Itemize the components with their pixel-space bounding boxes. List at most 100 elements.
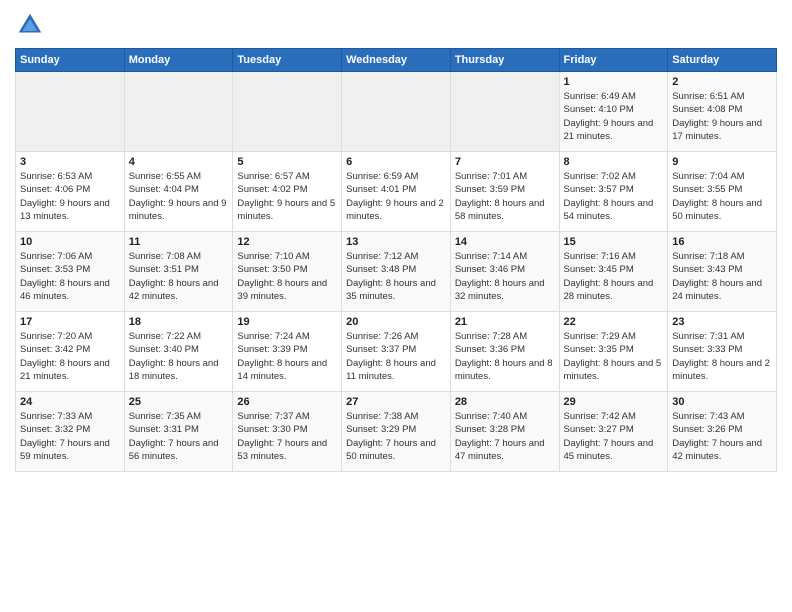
calendar-cell: 13 Sunrise: 7:12 AM Sunset: 3:48 PM Dayli… bbox=[342, 232, 451, 312]
day-number: 29 bbox=[564, 396, 664, 408]
day-info: Sunrise: 6:55 AM Sunset: 4:04 PM Dayligh… bbox=[129, 170, 229, 223]
day-number: 4 bbox=[129, 156, 229, 168]
calendar-cell: 14 Sunrise: 7:14 AM Sunset: 3:46 PM Dayli… bbox=[450, 232, 559, 312]
logo-icon bbox=[15, 10, 45, 40]
calendar-cell: 12Sunrise: 7:10 AM Sunset: 3:50 PM Dayli… bbox=[233, 232, 342, 312]
day-number: 15 bbox=[564, 236, 664, 248]
day-info: Sunrise: 6:51 AM Sunset: 4:08 PM Dayligh… bbox=[672, 90, 772, 143]
calendar-cell: 16Sunrise: 7:18 AM Sunset: 3:43 PM Dayli… bbox=[668, 232, 777, 312]
day-info: Sunrise: 7:28 AM Sunset: 3:36 PM Dayligh… bbox=[455, 330, 555, 383]
day-number: 17 bbox=[20, 316, 120, 328]
calendar-cell: 6Sunrise: 6:59 AM Sunset: 4:01 PM Daylig… bbox=[342, 152, 451, 232]
day-info: Sunrise: 7:08 AM Sunset: 3:51 PM Dayligh… bbox=[129, 250, 229, 303]
day-info: Sunrise: 7:35 AM Sunset: 3:31 PM Dayligh… bbox=[129, 410, 229, 463]
weekday-header-friday: Friday bbox=[559, 49, 668, 72]
day-number: 5 bbox=[237, 156, 337, 168]
calendar-cell: 22 Sunrise: 7:29 AM Sunset: 3:35 PM Dayli… bbox=[559, 312, 668, 392]
day-info: Sunrise: 7:43 AM Sunset: 3:26 PM Dayligh… bbox=[672, 410, 772, 463]
day-info: Sunrise: 7:04 AM Sunset: 3:55 PM Dayligh… bbox=[672, 170, 772, 223]
calendar-table: SundayMondayTuesdayWednesdayThursdayFrid… bbox=[15, 48, 777, 472]
calendar-week-row: 3 Sunrise: 6:53 AM Sunset: 4:06 PM Daylig… bbox=[16, 152, 777, 232]
day-info: Sunrise: 6:57 AM Sunset: 4:02 PM Dayligh… bbox=[237, 170, 337, 223]
day-number: 19 bbox=[237, 316, 337, 328]
day-number: 8 bbox=[564, 156, 664, 168]
calendar-cell bbox=[124, 72, 233, 152]
day-info: Sunrise: 7:22 AM Sunset: 3:40 PM Dayligh… bbox=[129, 330, 229, 383]
day-info: Sunrise: 7:33 AM Sunset: 3:32 PM Dayligh… bbox=[20, 410, 120, 463]
day-info: Sunrise: 7:20 AM Sunset: 3:42 PM Dayligh… bbox=[20, 330, 120, 383]
day-number: 27 bbox=[346, 396, 446, 408]
calendar-cell bbox=[450, 72, 559, 152]
day-info: Sunrise: 6:49 AM Sunset: 4:10 PM Dayligh… bbox=[564, 90, 664, 143]
day-info: Sunrise: 7:42 AM Sunset: 3:27 PM Dayligh… bbox=[564, 410, 664, 463]
calendar-cell: 8Sunrise: 7:02 AM Sunset: 3:57 PM Daylig… bbox=[559, 152, 668, 232]
calendar-week-row: 1 Sunrise: 6:49 AM Sunset: 4:10 PM Daylig… bbox=[16, 72, 777, 152]
day-number: 28 bbox=[455, 396, 555, 408]
day-info: Sunrise: 7:37 AM Sunset: 3:30 PM Dayligh… bbox=[237, 410, 337, 463]
calendar-cell: 11 Sunrise: 7:08 AM Sunset: 3:51 PM Dayli… bbox=[124, 232, 233, 312]
day-number: 1 bbox=[564, 76, 664, 88]
calendar-cell: 28 Sunrise: 7:40 AM Sunset: 3:28 PM Dayli… bbox=[450, 392, 559, 472]
calendar-cell: 15 Sunrise: 7:16 AM Sunset: 3:45 PM Dayli… bbox=[559, 232, 668, 312]
calendar-cell: 17 Sunrise: 7:20 AM Sunset: 3:42 PM Dayli… bbox=[16, 312, 125, 392]
day-number: 24 bbox=[20, 396, 120, 408]
day-info: Sunrise: 7:16 AM Sunset: 3:45 PM Dayligh… bbox=[564, 250, 664, 303]
day-number: 9 bbox=[672, 156, 772, 168]
calendar-cell bbox=[233, 72, 342, 152]
weekday-header-row: SundayMondayTuesdayWednesdayThursdayFrid… bbox=[16, 49, 777, 72]
calendar-cell: 5 Sunrise: 6:57 AM Sunset: 4:02 PM Daylig… bbox=[233, 152, 342, 232]
calendar-week-row: 24 Sunrise: 7:33 AM Sunset: 3:32 PM Dayli… bbox=[16, 392, 777, 472]
calendar-cell: 3 Sunrise: 6:53 AM Sunset: 4:06 PM Daylig… bbox=[16, 152, 125, 232]
day-info: Sunrise: 6:53 AM Sunset: 4:06 PM Dayligh… bbox=[20, 170, 120, 223]
weekday-header-tuesday: Tuesday bbox=[233, 49, 342, 72]
calendar-cell: 10Sunrise: 7:06 AM Sunset: 3:53 PM Dayli… bbox=[16, 232, 125, 312]
day-number: 16 bbox=[672, 236, 772, 248]
day-number: 12 bbox=[237, 236, 337, 248]
day-info: Sunrise: 7:38 AM Sunset: 3:29 PM Dayligh… bbox=[346, 410, 446, 463]
calendar-cell: 7Sunrise: 7:01 AM Sunset: 3:59 PM Daylig… bbox=[450, 152, 559, 232]
calendar-cell: 29 Sunrise: 7:42 AM Sunset: 3:27 PM Dayli… bbox=[559, 392, 668, 472]
page: SundayMondayTuesdayWednesdayThursdayFrid… bbox=[0, 0, 792, 612]
weekday-header-saturday: Saturday bbox=[668, 49, 777, 72]
calendar-cell: 18 Sunrise: 7:22 AM Sunset: 3:40 PM Dayli… bbox=[124, 312, 233, 392]
weekday-header-sunday: Sunday bbox=[16, 49, 125, 72]
day-number: 14 bbox=[455, 236, 555, 248]
calendar-cell: 25 Sunrise: 7:35 AM Sunset: 3:31 PM Dayli… bbox=[124, 392, 233, 472]
calendar-cell: 30 Sunrise: 7:43 AM Sunset: 3:26 PM Dayli… bbox=[668, 392, 777, 472]
day-number: 3 bbox=[20, 156, 120, 168]
day-number: 25 bbox=[129, 396, 229, 408]
calendar-cell: 27 Sunrise: 7:38 AM Sunset: 3:29 PM Dayli… bbox=[342, 392, 451, 472]
day-info: Sunrise: 7:26 AM Sunset: 3:37 PM Dayligh… bbox=[346, 330, 446, 383]
day-number: 11 bbox=[129, 236, 229, 248]
calendar-cell bbox=[16, 72, 125, 152]
day-number: 22 bbox=[564, 316, 664, 328]
calendar-cell: 1 Sunrise: 6:49 AM Sunset: 4:10 PM Daylig… bbox=[559, 72, 668, 152]
day-info: Sunrise: 7:29 AM Sunset: 3:35 PM Dayligh… bbox=[564, 330, 664, 383]
day-number: 21 bbox=[455, 316, 555, 328]
day-info: Sunrise: 7:24 AM Sunset: 3:39 PM Dayligh… bbox=[237, 330, 337, 383]
day-info: Sunrise: 7:40 AM Sunset: 3:28 PM Dayligh… bbox=[455, 410, 555, 463]
day-number: 26 bbox=[237, 396, 337, 408]
calendar-cell: 9 Sunrise: 7:04 AM Sunset: 3:55 PM Daylig… bbox=[668, 152, 777, 232]
weekday-header-thursday: Thursday bbox=[450, 49, 559, 72]
calendar-cell: 24 Sunrise: 7:33 AM Sunset: 3:32 PM Dayli… bbox=[16, 392, 125, 472]
day-number: 23 bbox=[672, 316, 772, 328]
day-info: Sunrise: 7:01 AM Sunset: 3:59 PM Dayligh… bbox=[455, 170, 555, 223]
calendar-cell: 21 Sunrise: 7:28 AM Sunset: 3:36 PM Dayli… bbox=[450, 312, 559, 392]
day-info: Sunrise: 6:59 AM Sunset: 4:01 PM Dayligh… bbox=[346, 170, 446, 223]
day-info: Sunrise: 7:12 AM Sunset: 3:48 PM Dayligh… bbox=[346, 250, 446, 303]
logo bbox=[15, 10, 49, 40]
calendar-cell bbox=[342, 72, 451, 152]
day-number: 13 bbox=[346, 236, 446, 248]
day-info: Sunrise: 7:06 AM Sunset: 3:53 PM Dayligh… bbox=[20, 250, 120, 303]
header bbox=[15, 10, 777, 40]
day-info: Sunrise: 7:31 AM Sunset: 3:33 PM Dayligh… bbox=[672, 330, 772, 383]
calendar-cell: 2Sunrise: 6:51 AM Sunset: 4:08 PM Daylig… bbox=[668, 72, 777, 152]
calendar-cell: 26 Sunrise: 7:37 AM Sunset: 3:30 PM Dayli… bbox=[233, 392, 342, 472]
day-number: 30 bbox=[672, 396, 772, 408]
day-number: 18 bbox=[129, 316, 229, 328]
calendar-week-row: 10Sunrise: 7:06 AM Sunset: 3:53 PM Dayli… bbox=[16, 232, 777, 312]
day-number: 20 bbox=[346, 316, 446, 328]
day-info: Sunrise: 7:14 AM Sunset: 3:46 PM Dayligh… bbox=[455, 250, 555, 303]
calendar-cell: 4 Sunrise: 6:55 AM Sunset: 4:04 PM Daylig… bbox=[124, 152, 233, 232]
